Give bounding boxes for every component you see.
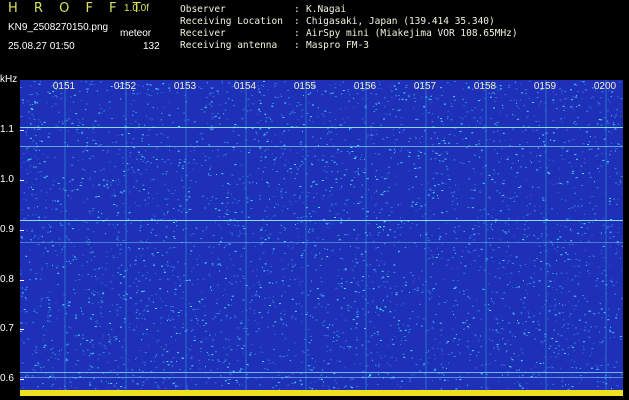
time-label: 0158 — [473, 81, 497, 92]
filename-label: KN9_2508270150.png — [8, 22, 109, 33]
receiver-label: Receiver — [180, 28, 226, 39]
header-panel: H R O F F T 1.0.0f KN9_2508270150.png me… — [0, 0, 629, 76]
receiver-value: AirSpy mini (Miakejima VOR 108.65MHz) — [306, 28, 518, 39]
antenna-row: Receiving antenna: Maspro FM-3 — [180, 40, 369, 51]
receiver-row: Receiver: AirSpy mini (Miakejima VOR 108.… — [180, 28, 518, 39]
y-tick-label: 1.1 — [0, 124, 14, 135]
spectrogram-plot — [20, 80, 623, 396]
meteor-label: meteor — [120, 28, 152, 39]
observer-row: Observer: K.Nagai — [180, 4, 347, 15]
y-tick-label: 0.8 — [0, 274, 14, 285]
y-tick-label: 0.9 — [0, 224, 14, 235]
y-tick — [20, 379, 24, 380]
time-label: 0151 — [52, 81, 76, 92]
y-tick — [20, 130, 24, 131]
version-label: 1.0.0f — [124, 3, 150, 14]
time-label: 0155 — [293, 81, 317, 92]
y-tick — [20, 180, 24, 181]
timestamp-label: 25.08.27 01:50 — [8, 41, 75, 52]
location-label: Receiving Location — [180, 16, 283, 27]
meteor-count: 132 — [143, 41, 160, 52]
antenna-value: Maspro FM-3 — [306, 40, 369, 51]
time-label: 0154 — [233, 81, 257, 92]
time-label: 0156 — [353, 81, 377, 92]
time-label: 0157 — [413, 81, 437, 92]
time-label: 0152 — [113, 81, 137, 92]
location-row: Receiving Location: Chigasaki, Japan (139… — [180, 16, 495, 27]
time-label: 0159 — [533, 81, 557, 92]
observer-value: K.Nagai — [306, 4, 347, 15]
y-tick — [20, 230, 24, 231]
y-tick-label: 0.6 — [0, 373, 14, 384]
time-label: 0153 — [173, 81, 197, 92]
time-label: 0200 — [593, 81, 617, 92]
antenna-label: Receiving antenna — [180, 40, 278, 51]
y-tick-label: 0.7 — [0, 323, 14, 334]
spectrogram-canvas — [20, 80, 623, 396]
y-tick — [20, 329, 24, 330]
y-tick-label: 1.0 — [0, 174, 14, 185]
location-value: Chigasaki, Japan (139.414 35.340) — [306, 16, 495, 27]
y-tick — [20, 280, 24, 281]
observer-label: Observer — [180, 4, 226, 15]
y-axis-unit: kHz — [0, 74, 18, 85]
